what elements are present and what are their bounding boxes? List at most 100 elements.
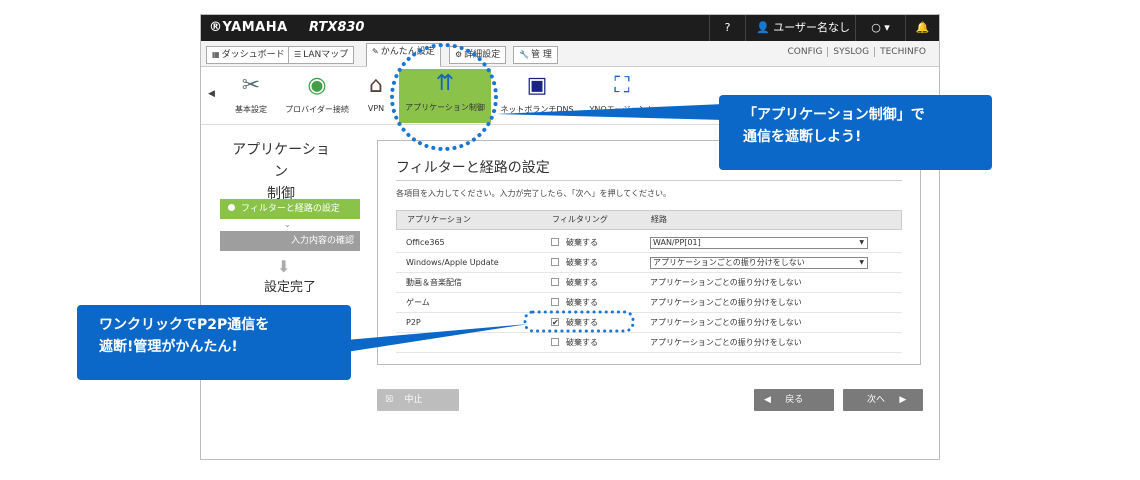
panel-title: フィルターと経路の設定 [396,160,550,176]
gear-icon: ⚙ [455,50,463,59]
wizard-title-line: アプリケーション [232,142,330,180]
callout-line: 「アプリケーション制御」で [743,107,925,123]
filter-label: 破棄する [566,278,598,287]
checkbox-icon[interactable] [551,257,559,266]
wizard-vpn[interactable]: ⌂ VPN [361,71,391,113]
back-arrow-icon: ◀ [764,395,771,405]
column-header: フィルタリング [552,215,608,224]
checkbox-icon[interactable] [551,237,559,246]
table-header: アプリケーション フィルタリング 経路 [396,210,902,230]
tab-management[interactable]: 🔧 管 理 [513,46,558,64]
tab-lan-map[interactable]: ☰ LANマップ [288,46,355,64]
wrench-icon: 🔧 [519,50,529,59]
tab-label: かんたん設定 [380,47,435,57]
filter-checkbox[interactable]: 破棄する [551,293,598,313]
callout-p2p: ワンクリックでP2P通信を 遮断!管理がかんたん! [77,305,351,380]
table-row: Office365 破棄する WAN/PP[01] ▼ [396,233,902,253]
close-box-icon: ☒ [385,395,394,405]
top-links: CONFIG SYSLOG TECHINFO [783,47,931,57]
table-row: ゲーム 破棄する アプリケーションごとの振り分けをしない [396,293,902,313]
config-link[interactable]: CONFIG [783,47,828,57]
tab-label: 詳細設定 [464,50,501,60]
dashboard-icon: ▦ [212,50,220,59]
wizard-netvolante[interactable]: ▣ ネットボランチDNS [497,71,577,115]
easy-setup-icon: ✎ [372,47,379,56]
lan-map-icon: ☰ [294,50,302,59]
dropdown-arrow-icon: ▼ [859,259,864,266]
arrow-down-icon: ⬇ [277,257,291,276]
filter-label: 破棄する [566,318,598,327]
settings-panel: フィルターと経路の設定 各項目を入力してください。入力が完了したら、「次へ」を押… [377,140,921,365]
app-name: 動画＆音楽配信 [406,278,462,287]
wizard-label: アプリケーション制御 [405,103,485,112]
app-name: Windows/Apple Update [406,258,499,267]
bell-icon[interactable]: 🔔 [905,15,939,41]
wizard-title: アプリケーション 制御 [226,139,336,205]
instruction-text: 各項目を入力してください。入力が完了したら、「次へ」を押してください。 [396,189,672,198]
yno-icon: ⛶ [614,73,630,98]
route-value: WAN/PP[01] [653,238,701,247]
route-select[interactable]: WAN/PP[01] ▼ [650,237,868,249]
help-button[interactable]: ? [709,15,745,41]
table-row: Windows/Apple Update 破棄する アプリケーションごとの振り分けを… [396,253,902,273]
filter-checkbox[interactable]: 破棄する [551,333,598,353]
filter-checkbox[interactable]: 破棄する [551,253,598,273]
filter-checkbox[interactable]: 破棄する [551,273,598,293]
app-name: Office365 [406,238,445,247]
next-button[interactable]: 次へ ▶ [843,389,923,411]
button-label: 中止 [404,395,423,405]
back-button[interactable]: ◀ 戻る [754,389,834,411]
wizard-basic-settings[interactable]: ✂ 基本設定 [231,71,271,115]
basic-settings-icon: ✂ [241,73,261,98]
callout-app-control: 「アプリケーション制御」で 通信を遮断しよう! [719,95,992,170]
step-complete: 設定完了 [263,280,316,295]
user-menu[interactable]: 👤 ユーザー名なし [745,15,855,41]
status-dropdown[interactable]: ○ ▾ [855,15,905,41]
scroll-left-icon[interactable]: ◀ [208,89,215,99]
wizard-provider[interactable]: ◉ プロバイダー接続 [279,71,355,115]
wizard-label: プロバイダー接続 [285,105,349,114]
filter-checkbox[interactable]: 破棄する [551,313,598,333]
step-confirm: 入力内容の確認 [220,231,360,251]
column-header: アプリケーション [407,215,471,224]
tab-advanced[interactable]: ⚙ 詳細設定 [449,46,507,64]
app-name: ゲーム [406,298,430,307]
wizard-app-control[interactable]: ⇈ アプリケーション制御 [399,69,491,123]
techinfo-link[interactable]: TECHINFO [874,47,931,57]
wizard-yno[interactable]: ⛶ YNOエージェント [587,71,657,115]
current-step-dot [228,204,235,211]
dropdown-arrow-icon: ▼ [859,239,864,246]
tab-label: 管 理 [530,50,552,60]
filter-checkbox[interactable]: 破棄する [551,233,598,253]
wizard-label: YNOエージェント [589,105,655,114]
route-value: アプリケーションごとの振り分けをしない [653,258,805,267]
button-label: 戻る [785,395,804,405]
button-label: 次へ [867,395,886,405]
syslog-link[interactable]: SYSLOG [827,47,875,57]
model-name: RTX830 [309,20,365,35]
step-label: フィルターと経路の設定 [241,204,340,214]
route-text: アプリケーションごとの振り分けをしない [650,318,802,327]
route-text: アプリケーションごとの振り分けをしない [650,278,802,287]
main-tabs: ▦ ダッシュボード ☰ LANマップ ✎ かんたん設定 ⚙ 詳細設定 🔧 管 理 CONF… [201,41,939,67]
app-control-icon: ⇈ [435,71,455,96]
cancel-button[interactable]: ☒ 中止 [377,389,459,411]
chevron-down-icon: ⌄ [284,220,291,229]
vpn-icon: ⌂ [369,73,383,98]
filter-label: 破棄する [566,258,598,267]
wizard-label: VPN [367,104,385,113]
callout-line: ワンクリックでP2P通信を [99,317,270,333]
checkbox-icon[interactable] [551,297,559,306]
column-header: 経路 [651,215,667,224]
tab-label: ダッシュボード [221,50,285,60]
tab-easy-setup[interactable]: ✎ かんたん設定 [366,43,441,67]
user-icon: 👤 [756,21,774,34]
user-name: ユーザー名なし [773,21,850,34]
table-row: 動画＆音楽配信 破棄する アプリケーションごとの振り分けをしない [396,273,902,293]
checkbox-icon[interactable] [551,277,559,286]
tab-dashboard[interactable]: ▦ ダッシュボード [206,46,291,64]
route-select[interactable]: アプリケーションごとの振り分けをしない ▼ [650,257,868,269]
app-name: P2P [406,318,421,327]
checkbox-icon[interactable] [551,337,559,346]
checkbox-checked-icon[interactable] [551,313,559,333]
